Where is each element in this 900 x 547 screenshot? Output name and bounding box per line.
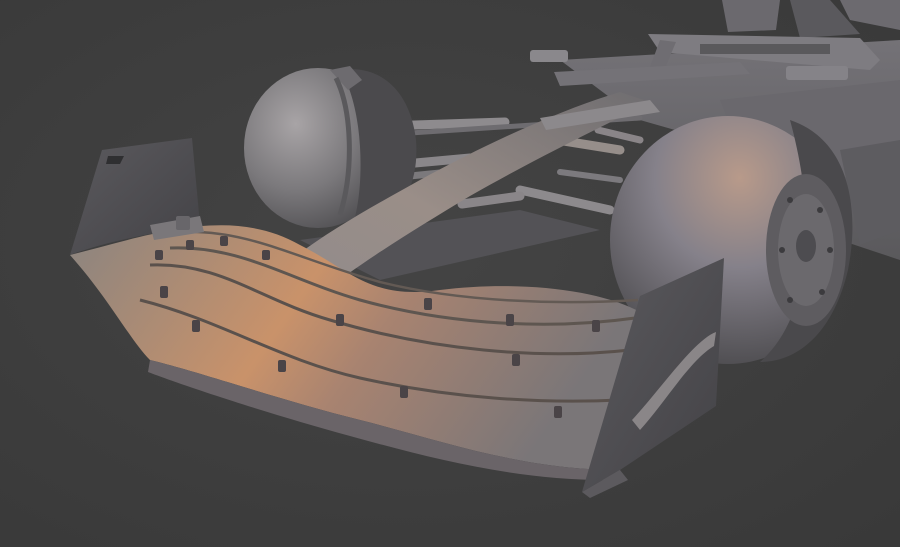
- car-render: [0, 0, 900, 547]
- wheel-hub: [796, 230, 816, 262]
- 3d-viewport[interactable]: [0, 0, 900, 547]
